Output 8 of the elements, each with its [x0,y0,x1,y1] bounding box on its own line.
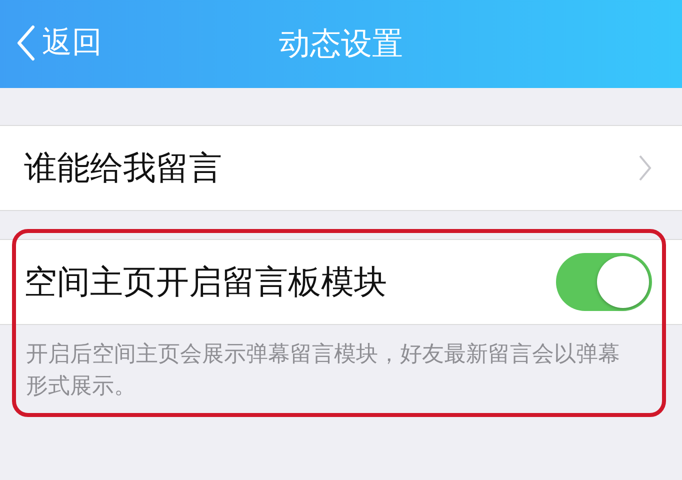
settings-row[interactable]: 谁能给我留言 [0,125,682,211]
row-label: 谁能给我留言 [24,146,222,188]
chevron-right-icon [638,154,652,182]
page-title: 动态设置 [279,25,403,64]
back-icon [16,24,36,60]
description-text: 开启后空间主页会展示弹幕留言模块，好友最新留言会以弹幕形式展示。 [25,341,621,401]
back-label: 返回 [42,24,102,62]
row-label: 空间主页开启留言板模块 [24,260,387,302]
